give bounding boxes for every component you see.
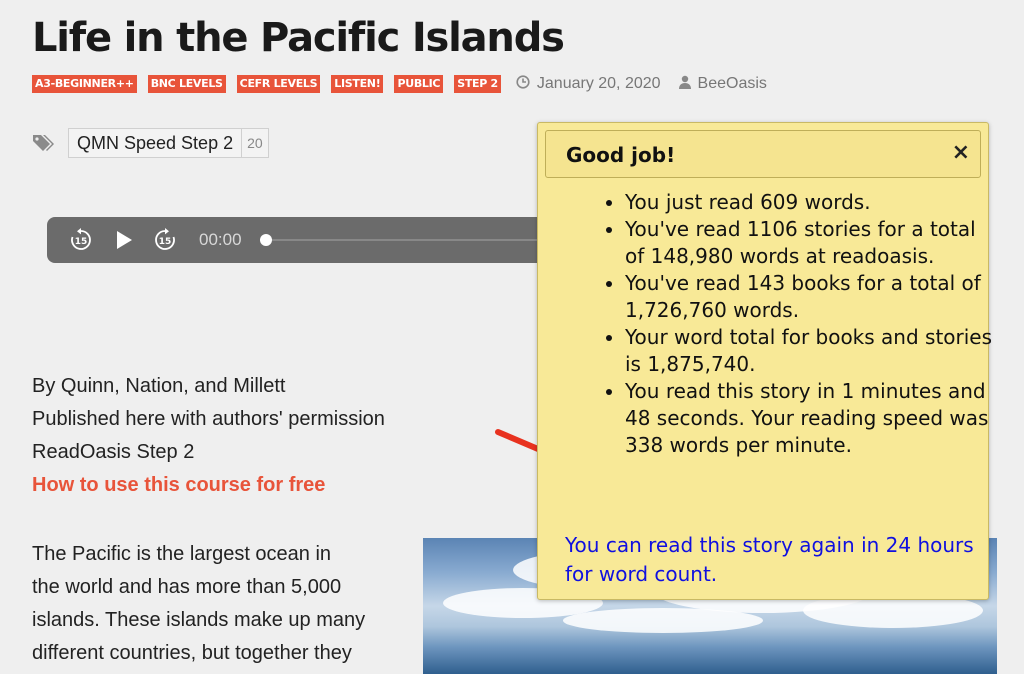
dialog-title: Good job! (566, 143, 676, 167)
tag-public[interactable]: PUBLIC (394, 75, 444, 93)
stat-words-read: You just read 609 words. (625, 189, 995, 216)
stat-reading-speed: You read this story in 1 minutes and 48 … (625, 378, 995, 459)
post-tags: QMN Speed Step 2 20 (32, 128, 269, 158)
tag-cefr-levels[interactable]: CEFR LEVELS (236, 75, 321, 93)
read-again-link[interactable]: You can read this story again in 24 hour… (565, 531, 975, 589)
tag-listen[interactable]: LISTEN! (331, 75, 384, 93)
stat-word-total: Your word total for books and stories is… (625, 324, 995, 378)
story-line: different countries, but together they (32, 642, 352, 664)
stat-stories-total: You've read 1106 stories for a total of … (625, 216, 995, 270)
clock-icon (516, 74, 530, 94)
good-job-dialog: Good job! × You just read 609 words. You… (537, 122, 992, 600)
user-icon (678, 75, 691, 94)
tag-pill-name: QMN Speed Step 2 (77, 133, 234, 153)
tag-pill-qmn-speed-step-2[interactable]: QMN Speed Step 2 20 (68, 128, 269, 158)
tag-step-2[interactable]: STEP 2 (454, 75, 501, 93)
tag-pill-count: 20 (241, 129, 268, 157)
byline-authors: By Quinn, Nation, and Millett (32, 375, 286, 397)
byline-step: ReadOasis Step 2 (32, 441, 195, 463)
audio-player: 15 15 00:00 (47, 217, 607, 263)
story-line: The Pacific is the largest ocean in (32, 543, 332, 565)
story-line: islands. These islands make up many (32, 609, 366, 631)
byline-permission: Published here with authors' permission (32, 408, 385, 430)
story-text: The Pacific is the largest ocean in the … (32, 538, 412, 670)
tags-icon (33, 135, 54, 151)
byline: By Quinn, Nation, and Millett Published … (32, 370, 385, 502)
dialog-header: Good job! × (545, 130, 981, 178)
tag-bnc-levels[interactable]: BNC LEVELS (147, 75, 226, 93)
rewind-15-icon[interactable]: 15 (69, 228, 93, 252)
svg-text:15: 15 (75, 237, 88, 247)
stat-books-total: You've read 143 books for a total of 1,7… (625, 270, 995, 324)
course-free-link[interactable]: How to use this course for free (32, 469, 385, 502)
svg-text:15: 15 (159, 237, 172, 247)
post-author[interactable]: BeeOasis (698, 75, 767, 93)
forward-15-icon[interactable]: 15 (153, 228, 177, 252)
post-meta: January 20, 2020 BeeOasis (516, 74, 767, 94)
close-icon[interactable]: × (952, 140, 970, 165)
tag-list: A3-BEGINNER++ BNC LEVELS CEFR LEVELS LIS… (32, 74, 767, 94)
current-time: 00:00 (199, 230, 242, 249)
tag-a3-beginner[interactable]: A3-BEGINNER++ (32, 75, 137, 93)
page-title: Life in the Pacific Islands (32, 15, 565, 61)
progress-handle[interactable] (260, 234, 272, 246)
play-icon[interactable] (111, 228, 135, 252)
post-date[interactable]: January 20, 2020 (537, 75, 661, 93)
reading-stats-list: You just read 609 words. You've read 110… (598, 189, 995, 459)
story-line: the world and has more than 5,000 (32, 576, 342, 598)
